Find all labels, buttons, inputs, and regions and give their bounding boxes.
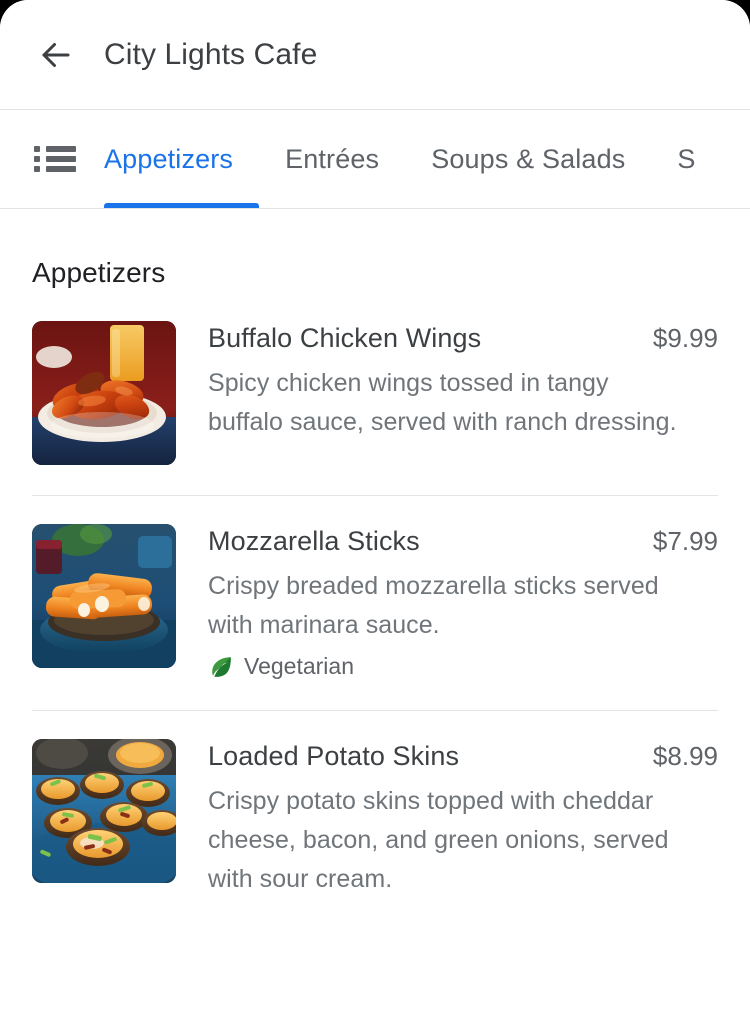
arrow-back-icon	[38, 37, 74, 73]
menu-item[interactable]: Loaded Potato Skins $8.99 Crispy potato …	[32, 739, 718, 899]
tab-label: Soups & Salads	[431, 143, 626, 174]
menu-item-thumbnail[interactable]	[32, 524, 176, 668]
badge-label: Vegetarian	[244, 653, 354, 679]
active-tab-indicator	[104, 203, 260, 208]
restaurant-menu-screen: City Lights Cafe Appetizers Entrées Soup…	[0, 0, 750, 1010]
tab-appetizers[interactable]: Appetizers	[104, 110, 260, 208]
menu-item-details: Buffalo Chicken Wings $9.99 Spicy chicke…	[176, 321, 718, 442]
tab-label: Appetizers	[104, 143, 234, 174]
menu-item-description: Crispy potato skins topped with cheddar …	[208, 787, 669, 893]
menu-item-price: $7.99	[652, 526, 718, 556]
menu-item-description: Spicy chicken wings tossed in tangy buff…	[208, 369, 677, 436]
menu-item-name: Buffalo Chicken Wings	[208, 323, 482, 353]
tab-entrees[interactable]: Entrées	[259, 110, 405, 208]
menu-item-details: Mozzarella Sticks $7.99 Crispy breaded m…	[176, 524, 718, 680]
menu-item-price: $8.99	[652, 741, 718, 771]
menu-item-description: Crispy breaded mozzarella sticks served …	[208, 572, 659, 639]
menu-item[interactable]: Buffalo Chicken Wings $9.99 Spicy chicke…	[32, 321, 718, 496]
menu-item[interactable]: Mozzarella Sticks $7.99 Crispy breaded m…	[32, 524, 718, 711]
tab-label: S	[677, 143, 696, 174]
tab-strip: Appetizers Entrées Soups & Salads S	[104, 110, 750, 208]
menu-item-thumbnail[interactable]	[32, 739, 176, 883]
page-title: City Lights Cafe	[104, 37, 318, 71]
section-heading: Appetizers	[32, 257, 166, 288]
menu-item-header: Buffalo Chicken Wings $9.99	[208, 323, 718, 354]
menu-content: Appetizers Buffalo Chicken Wings $9.99 S…	[0, 257, 750, 899]
leaf-icon	[208, 654, 234, 680]
menu-item-thumbnail[interactable]	[32, 321, 176, 465]
app-bar: City Lights Cafe	[0, 0, 750, 110]
back-button[interactable]	[32, 31, 80, 79]
menu-item-price: $9.99	[652, 323, 718, 353]
menu-item-badges: Vegetarian	[208, 653, 718, 680]
tab-partially-visible[interactable]: S	[651, 110, 721, 208]
mozzarella-sticks-photo	[32, 524, 176, 668]
menu-item-name: Mozzarella Sticks	[208, 526, 420, 556]
list-view-icon[interactable]	[32, 142, 78, 176]
menu-item-header: Mozzarella Sticks $7.99	[208, 526, 718, 557]
category-tab-bar: Appetizers Entrées Soups & Salads S	[0, 110, 750, 209]
menu-item-header: Loaded Potato Skins $8.99	[208, 741, 718, 772]
menu-item-details: Loaded Potato Skins $8.99 Crispy potato …	[176, 739, 718, 899]
tab-soups-and-salads[interactable]: Soups & Salads	[405, 110, 651, 208]
buffalo-chicken-wings-photo	[32, 321, 176, 465]
tab-label: Entrées	[285, 143, 380, 174]
menu-item-name: Loaded Potato Skins	[208, 741, 460, 771]
dietary-badge-vegetarian: Vegetarian	[208, 653, 718, 680]
loaded-potato-skins-photo	[32, 739, 176, 883]
